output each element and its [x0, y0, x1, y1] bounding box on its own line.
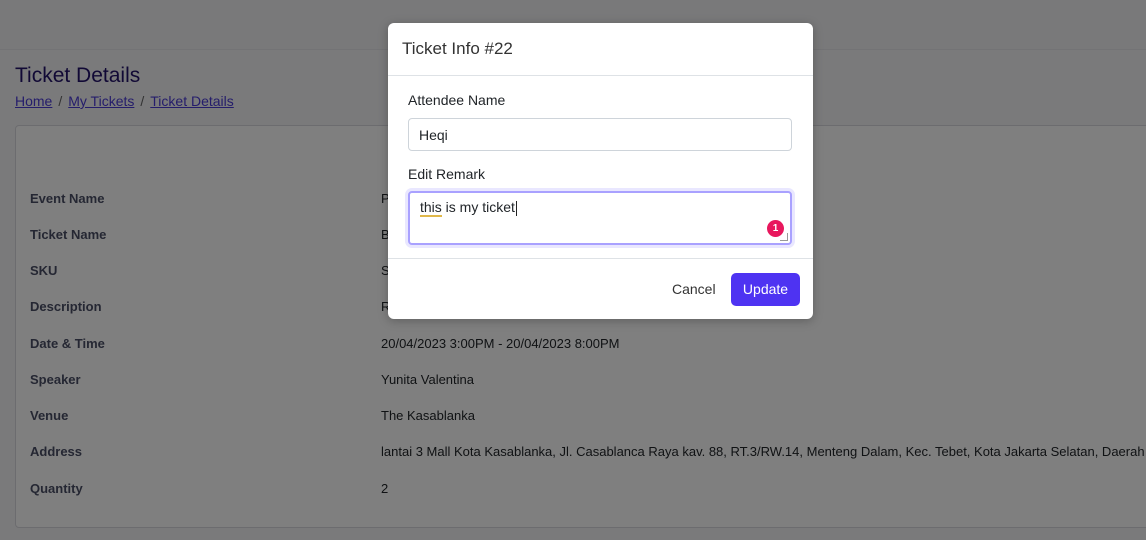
ticket-info-modal: Ticket Info #22 Attendee Name Edit Remar… — [388, 23, 813, 319]
attendee-name-label: Attendee Name — [408, 92, 506, 108]
modal-body: Attendee Name Edit Remark this is my tic… — [388, 76, 813, 259]
modal-footer: Cancel Update — [388, 258, 813, 319]
resize-handle-icon[interactable] — [780, 233, 788, 241]
spellcheck-underline — [420, 215, 442, 217]
cancel-button[interactable]: Cancel — [660, 273, 728, 306]
edit-remark-label: Edit Remark — [408, 166, 486, 182]
text-caret — [515, 200, 517, 216]
attendee-name-input[interactable] — [408, 118, 792, 151]
modal-title: Ticket Info #22 — [388, 23, 813, 76]
remark-text: this is my ticket — [420, 199, 515, 215]
update-button[interactable]: Update — [731, 273, 800, 306]
edit-remark-textarea[interactable]: this is my ticket 1 — [408, 191, 792, 245]
